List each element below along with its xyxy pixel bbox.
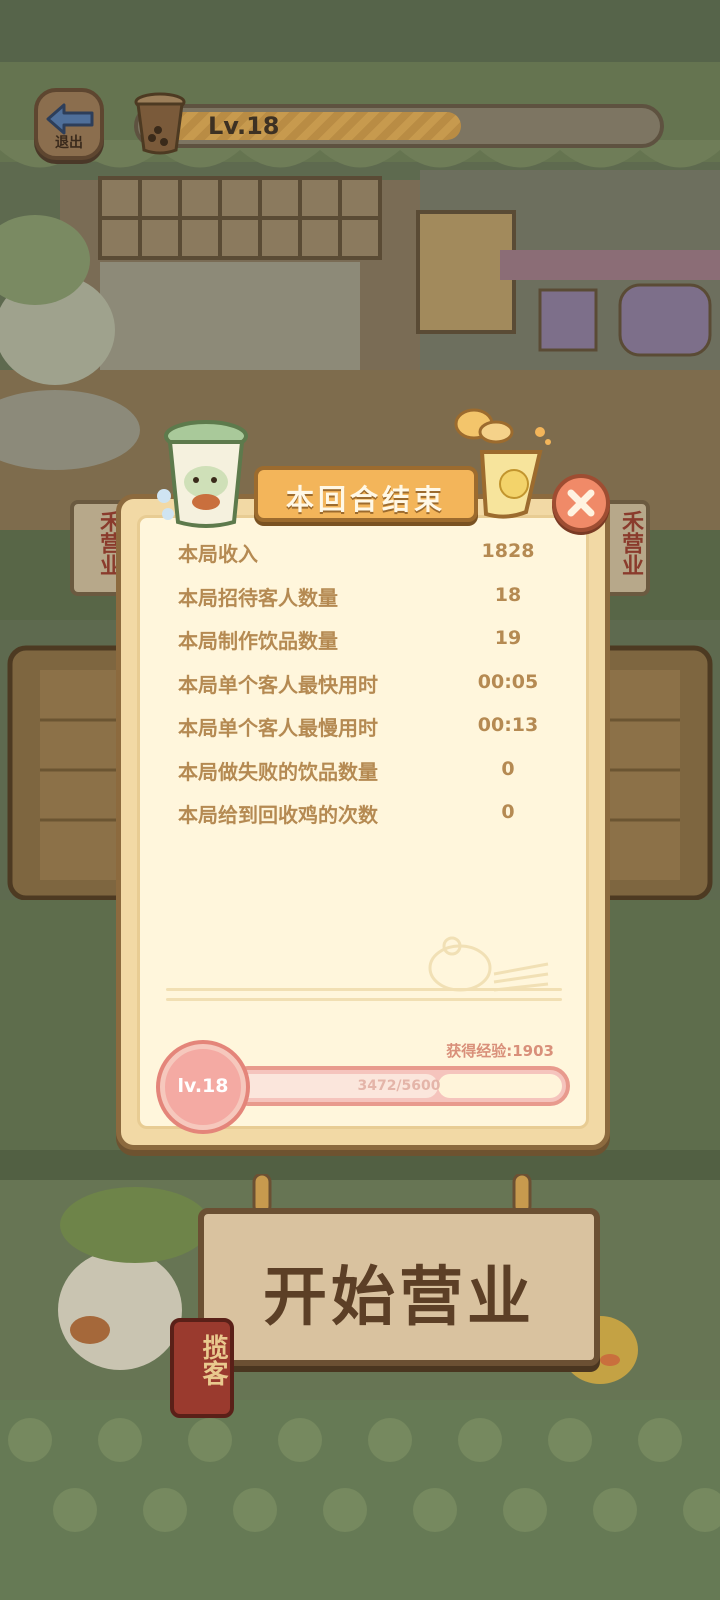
start-business-button[interactable]: 开始营业: [198, 1208, 600, 1366]
green-cup-mascot-icon: [157, 420, 248, 528]
stat-value: 1828: [481, 540, 535, 562]
exit-label: 退出: [55, 135, 83, 151]
stat-label: 本局收入: [178, 542, 258, 566]
dialog-title-banner: 本回合结束: [254, 466, 478, 522]
stat-label: 本局单个客人最慢用时: [178, 716, 378, 740]
exp-progress-text: 3472/5600: [357, 1078, 441, 1094]
stat-value: 18: [494, 584, 522, 606]
milk-tea-cup-icon: [134, 92, 186, 155]
sleeping-chick-watermark-icon: [428, 936, 549, 992]
stat-row-customers-served: 本局招待客人数量 18: [178, 582, 548, 618]
player-level-text: Lv.18: [208, 112, 280, 140]
exp-level-badge: lv.18: [160, 1044, 246, 1130]
stat-label: 本局单个客人最快用时: [178, 673, 378, 697]
close-button[interactable]: [552, 474, 610, 532]
start-business-label: 开始营业: [263, 1261, 535, 1335]
stat-row-recycle-chicken: 本局给到回收鸡的次数 0: [178, 799, 548, 835]
exp-gained-label: 获得经验:1903: [446, 1042, 554, 1060]
stat-row-failed-drinks: 本局做失败的饮品数量 0: [178, 756, 548, 792]
stat-label: 本局给到回收鸡的次数: [178, 803, 378, 827]
divider-bottom: [166, 998, 562, 1001]
stat-value: 19: [494, 627, 522, 649]
stat-label: 本局招待客人数量: [178, 586, 338, 610]
solicit-customers-button[interactable]: 揽客: [170, 1318, 234, 1418]
exp-progress-bar: 3472/5600: [228, 1066, 570, 1106]
solicit-customers-label: 揽客: [198, 1334, 228, 1386]
divider-top: [166, 988, 562, 991]
dialog-title: 本回合结束: [285, 483, 446, 516]
back-arrow-icon: [46, 103, 94, 135]
stat-value: 00:13: [477, 714, 539, 736]
stat-row-slowest-time: 本局单个客人最慢用时 00:13: [178, 712, 548, 748]
exp-level-text: lv.18: [177, 1075, 229, 1097]
close-icon: [567, 489, 595, 517]
stat-value: 00:05: [477, 671, 539, 693]
stat-value: 0: [501, 801, 515, 823]
stat-row-fastest-time: 本局单个客人最快用时 00:05: [178, 669, 548, 705]
stat-label: 本局做失败的饮品数量: [178, 760, 378, 784]
stat-row-income: 本局收入 1828: [178, 538, 548, 574]
player-level-bar: Lv.18: [134, 104, 664, 148]
exit-button[interactable]: 退出: [34, 88, 104, 160]
level-progress-fill: [142, 112, 461, 140]
stat-row-drinks-made: 本局制作饮品数量 19: [178, 625, 548, 661]
stat-label: 本局制作饮品数量: [178, 629, 338, 653]
stat-value: 0: [501, 758, 515, 780]
